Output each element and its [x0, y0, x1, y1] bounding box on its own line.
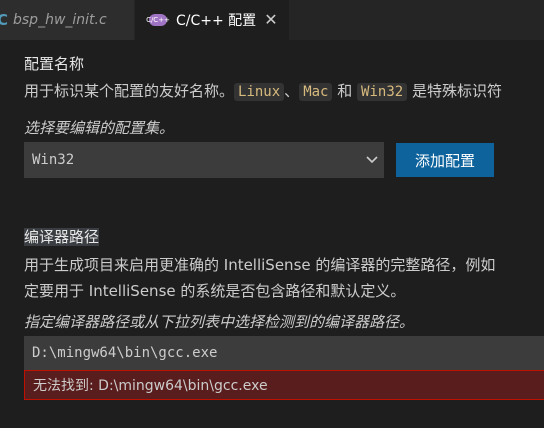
tab-cpp-config[interactable]: C/C++ C/C++ 配置 ✕: [135, 0, 289, 40]
code-win32: Win32: [357, 83, 408, 101]
desc-sep: 、: [284, 82, 300, 100]
chevron-down-icon: [366, 156, 378, 164]
cpp-settings-icon: C/C++: [146, 14, 170, 26]
compiler-path-value: D:\mingw64\bin\gcc.exe: [32, 345, 218, 361]
c-file-icon: C: [0, 11, 9, 29]
compiler-path-error: 无法找到: D:\mingw64\bin\gcc.exe: [24, 370, 544, 400]
desc-text: 用于标识某个配置的友好名称。: [24, 82, 235, 100]
tab-label: C/C++ 配置: [176, 13, 257, 29]
tab-label: bsp_hw_init.c: [13, 12, 107, 28]
config-name-description: 用于标识某个配置的友好名称。 Linux、 Mac 和 Win32 是特殊标识符: [24, 80, 502, 101]
close-icon[interactable]: ✕: [264, 12, 277, 28]
compiler-path-title-text: 编译器路径: [24, 228, 100, 246]
config-select-dropdown[interactable]: Win32: [24, 142, 384, 178]
compiler-path-input[interactable]: D:\mingw64\bin\gcc.exe: [24, 336, 544, 370]
desc-suffix: 是特殊标识符: [407, 82, 502, 100]
compiler-path-hint: 指定编译器路径或从下拉列表中选择检测到的编译器路径。: [24, 313, 415, 331]
code-mac: Mac: [299, 83, 333, 101]
code-linux: Linux: [234, 83, 285, 101]
config-select-value: Win32: [32, 152, 75, 168]
tab-bsp-hw-init[interactable]: C bsp_hw_init.c: [0, 0, 134, 40]
compiler-path-desc-line2: 定要用于 IntelliSense 的系统是否包含路径和默认定义。: [24, 282, 406, 300]
config-name-title: 配置名称: [24, 55, 85, 73]
config-select-hint: 选择要编辑的配置集。: [24, 119, 175, 137]
add-config-button[interactable]: 添加配置: [396, 143, 494, 177]
compiler-path-desc-line1: 用于生成项目来启用更准确的 IntelliSense 的编译器的完整路径，例如: [24, 256, 496, 274]
compiler-path-title: 编译器路径: [24, 226, 100, 247]
desc-and: 和: [332, 82, 358, 100]
editor-tab-bar: C bsp_hw_init.c C/C++ C/C++ 配置 ✕: [0, 0, 544, 40]
